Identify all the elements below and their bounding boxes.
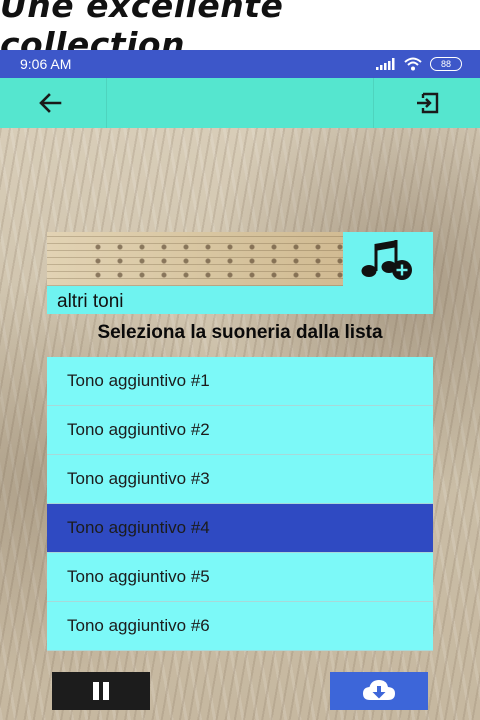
toolbar-divider	[106, 78, 107, 128]
ringtone-label: Tono aggiuntivo #1	[67, 371, 210, 390]
ringtone-item-1[interactable]: Tono aggiuntivo #1	[47, 357, 433, 406]
ringtone-list: Tono aggiuntivo #1 Tono aggiuntivo #2 To…	[47, 357, 433, 654]
arrow-left-icon[interactable]	[36, 89, 64, 117]
exit-icon[interactable]	[414, 89, 442, 117]
ringtone-label: Tono aggiuntivo #5	[67, 567, 210, 586]
list-subtitle: Seleziona la suoneria dalla lista	[97, 322, 383, 343]
wifi-icon	[404, 57, 422, 71]
promo-banner: Une excellente collection	[0, 0, 480, 64]
download-button[interactable]	[330, 672, 428, 710]
pause-button[interactable]	[52, 672, 150, 710]
pause-icon	[93, 682, 109, 700]
ringtone-item-5[interactable]: Tono aggiuntivo #5	[47, 553, 433, 602]
add-music-button[interactable]	[343, 232, 433, 288]
toolbar	[0, 78, 480, 128]
status-time: 9:06 AM	[20, 56, 72, 72]
battery-icon: 88	[430, 57, 462, 71]
ringtone-label: Tono aggiuntivo #4	[67, 518, 210, 537]
sheet-music-banner: altri toni	[47, 232, 433, 314]
signal-icon	[376, 58, 395, 70]
ringtone-item-6[interactable]: Tono aggiuntivo #6	[47, 602, 433, 651]
battery-level: 88	[440, 59, 451, 69]
toolbar-divider	[373, 78, 374, 128]
sheet-music-notes	[87, 240, 367, 290]
ringtone-item-2[interactable]: Tono aggiuntivo #2	[47, 406, 433, 455]
ringtone-item-3[interactable]: Tono aggiuntivo #3	[47, 455, 433, 504]
ringtone-label: Tono aggiuntivo #6	[67, 616, 210, 635]
ringtone-label: Tono aggiuntivo #3	[67, 469, 210, 488]
category-label: altri toni	[57, 291, 124, 312]
ringtone-item-4[interactable]: Tono aggiuntivo #4	[47, 504, 433, 553]
music-add-icon	[361, 240, 412, 280]
status-bar: 9:06 AM 88	[0, 50, 480, 78]
cloud-download-icon	[363, 680, 395, 700]
ringtone-label: Tono aggiuntivo #2	[67, 420, 210, 439]
